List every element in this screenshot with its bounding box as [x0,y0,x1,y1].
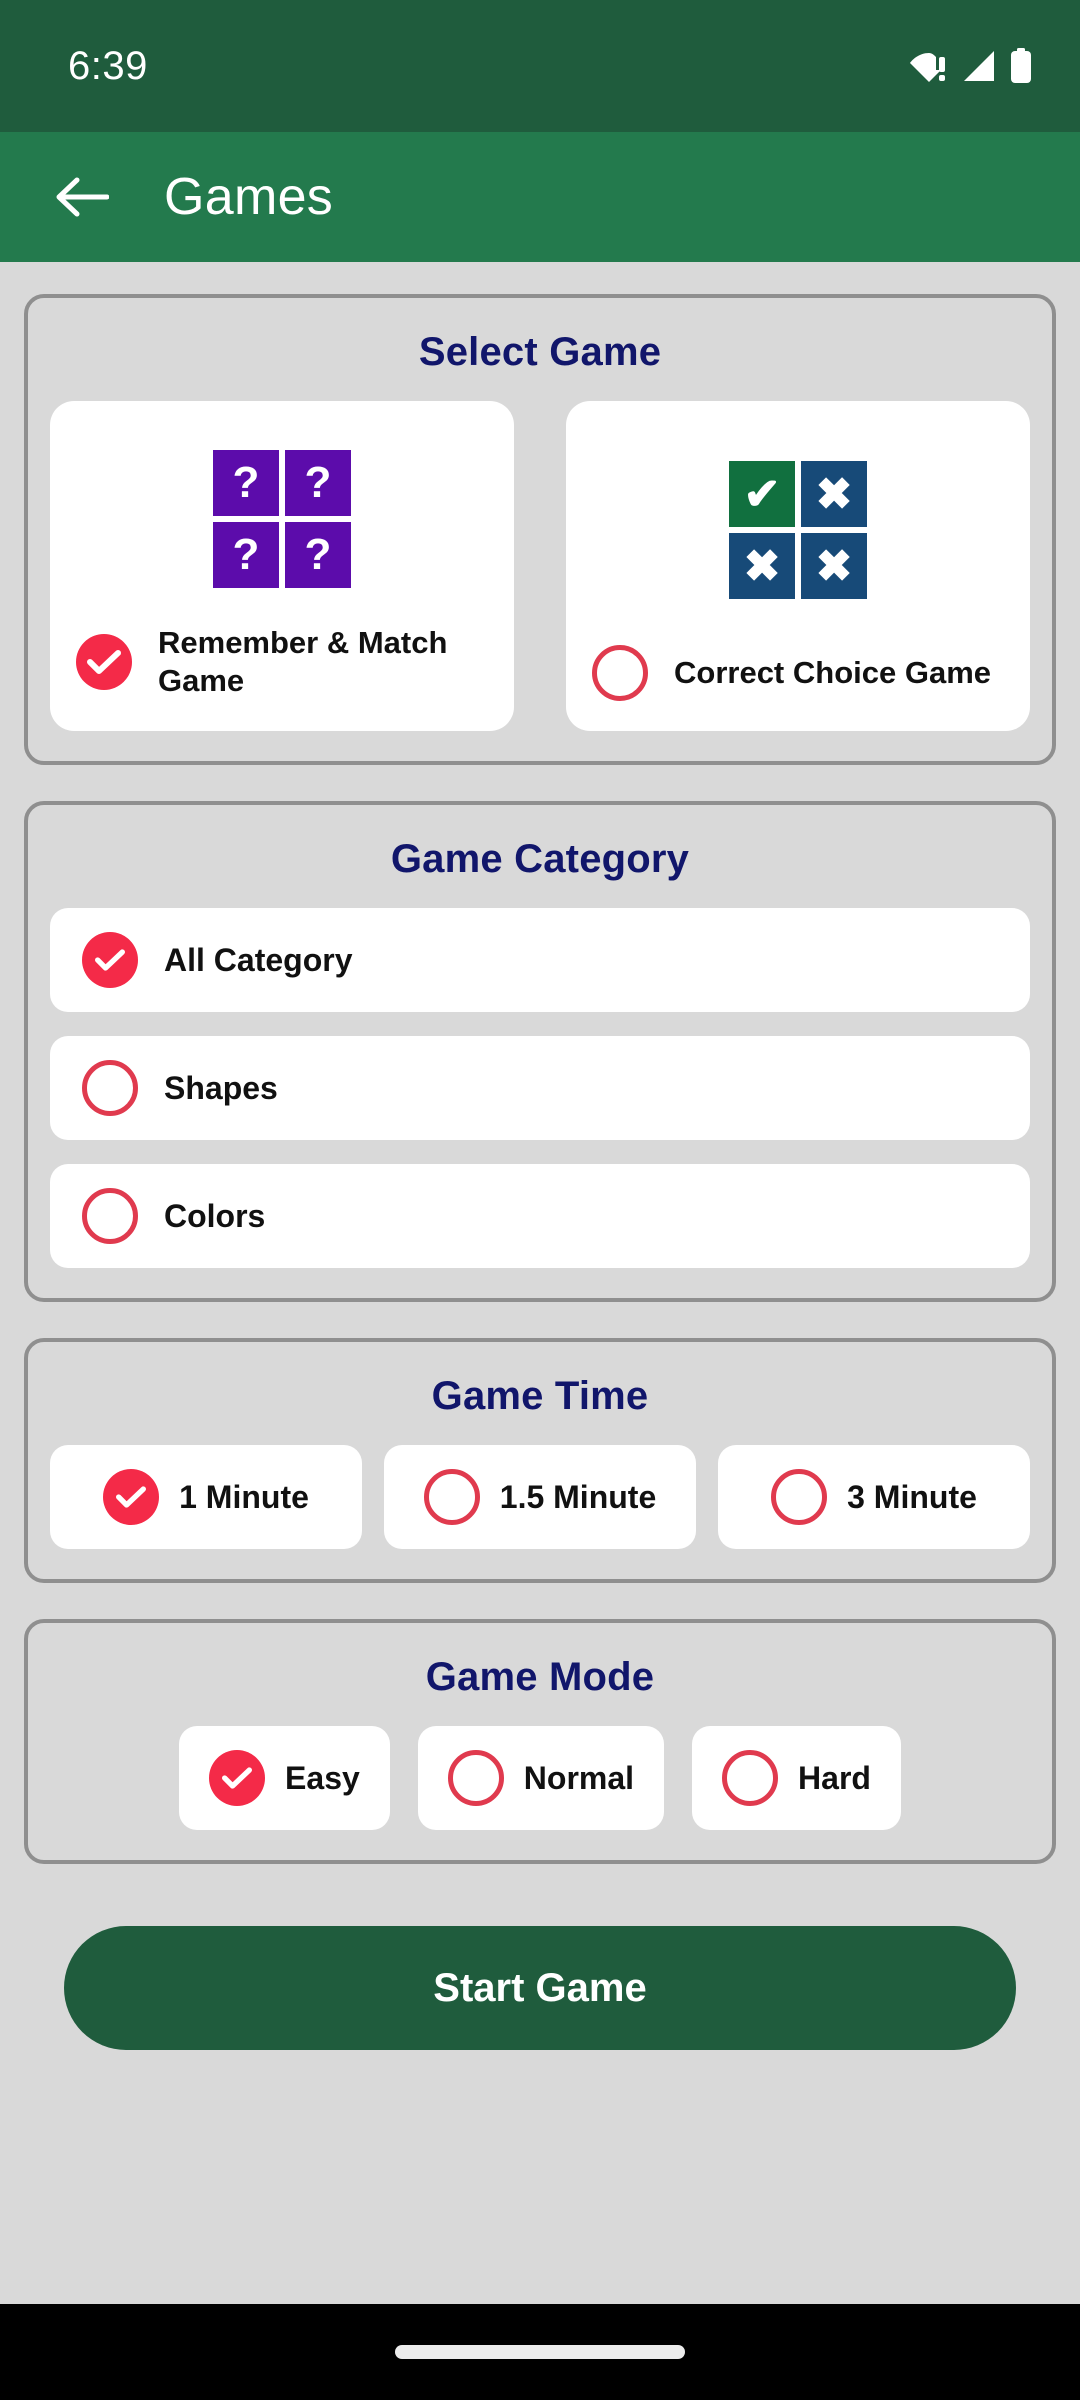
phone-screen: 6:39 Games Select Game ? ? ? ? Remember … [0,0,1080,2400]
category-option-label: All Category [164,941,353,978]
battery-full-icon [1010,48,1032,84]
mode-option-easy[interactable]: Easy [179,1726,390,1830]
radio-1-5-minute[interactable] [423,1469,480,1525]
radio-correct-choice[interactable] [592,645,648,701]
game-option-label: Remember & Match Game [158,624,448,699]
time-option-label: 1 Minute [179,1478,309,1515]
start-game-button[interactable]: Start Game [64,1926,1016,2050]
correct-choice-tiles-icon: ✔ ✖ ✖ ✖ [592,435,1004,645]
game-option-label: Correct Choice Game [674,654,991,690]
wifi-alert-icon [910,49,948,83]
time-option-3-minute[interactable]: 3 Minute [718,1445,1030,1549]
game-option-remember-match[interactable]: ? ? ? ? Remember & Match Game [50,401,514,731]
game-option-footer: Correct Choice Game [592,645,1004,701]
home-gesture-pill[interactable] [395,2345,685,2359]
status-bar-icons [910,48,1032,84]
game-time-options: 1 Minute 1.5 Minute 3 Minute [50,1445,1030,1549]
tile: ✖ [801,461,867,527]
radio-all-category[interactable] [82,932,138,988]
mode-option-label: Hard [798,1759,871,1796]
radio-hard[interactable] [722,1750,779,1806]
radio-normal[interactable] [447,1750,504,1806]
radio-easy[interactable] [209,1750,266,1806]
tile: ? [213,450,279,517]
tile: ? [285,450,351,517]
start-game-wrapper: Start Game [24,1900,1056,2050]
mode-option-label: Normal [523,1759,635,1796]
memory-tiles-icon: ? ? ? ? [76,435,488,624]
cellular-signal-icon [962,49,996,83]
game-time-section: Game Time 1 Minute 1.5 Minute 3 Minute [24,1338,1056,1583]
time-option-1-5-minute[interactable]: 1.5 Minute [384,1445,696,1549]
status-bar-clock: 6:39 [68,43,148,88]
tile: ✔ [729,461,795,527]
category-option-label: Colors [164,1197,266,1234]
mode-option-hard[interactable]: Hard [692,1726,901,1830]
time-option-label: 1.5 Minute [499,1478,657,1515]
category-option-label: Shapes [164,1069,278,1106]
game-mode-section: Game Mode Easy Normal Hard [24,1619,1056,1864]
select-game-section: Select Game ? ? ? ? Remember & Match Gam… [24,294,1056,765]
app-bar: Games [0,132,1080,262]
tile: ? [285,522,351,589]
status-bar: 6:39 [0,0,1080,132]
time-option-label: 3 Minute [847,1478,977,1515]
select-game-options: ? ? ? ? Remember & Match Game ✔ ✖ ✖ ✖ Co… [50,401,1030,731]
game-time-title: Game Time [431,1374,649,1418]
category-option-all[interactable]: All Category [50,908,1030,1012]
tile: ✖ [729,533,795,599]
time-option-1-minute[interactable]: 1 Minute [50,1445,362,1549]
category-option-colors[interactable]: Colors [50,1164,1030,1268]
game-category-section: Game Category All Category Shapes Colors [24,801,1056,1302]
radio-remember-match[interactable] [76,634,132,691]
game-mode-options: Easy Normal Hard [50,1726,1030,1830]
system-navigation-bar [0,2304,1080,2400]
tile: ? [213,522,279,589]
radio-colors[interactable] [82,1188,138,1244]
select-game-title: Select Game [418,330,662,374]
mode-option-label: Easy [285,1759,360,1796]
game-option-footer: Remember & Match Game [76,624,488,702]
game-option-correct-choice[interactable]: ✔ ✖ ✖ ✖ Correct Choice Game [566,401,1030,731]
radio-3-minute[interactable] [771,1469,828,1525]
back-arrow-icon[interactable] [44,159,120,235]
settings-content: Select Game ? ? ? ? Remember & Match Gam… [0,262,1080,2304]
tile: ✖ [801,533,867,599]
category-option-shapes[interactable]: Shapes [50,1036,1030,1140]
game-mode-title: Game Mode [425,1655,655,1699]
radio-1-minute[interactable] [103,1469,160,1525]
mode-option-normal[interactable]: Normal [417,1726,665,1830]
game-category-title: Game Category [390,837,690,881]
radio-shapes[interactable] [82,1060,138,1116]
page-title: Games [164,168,334,226]
